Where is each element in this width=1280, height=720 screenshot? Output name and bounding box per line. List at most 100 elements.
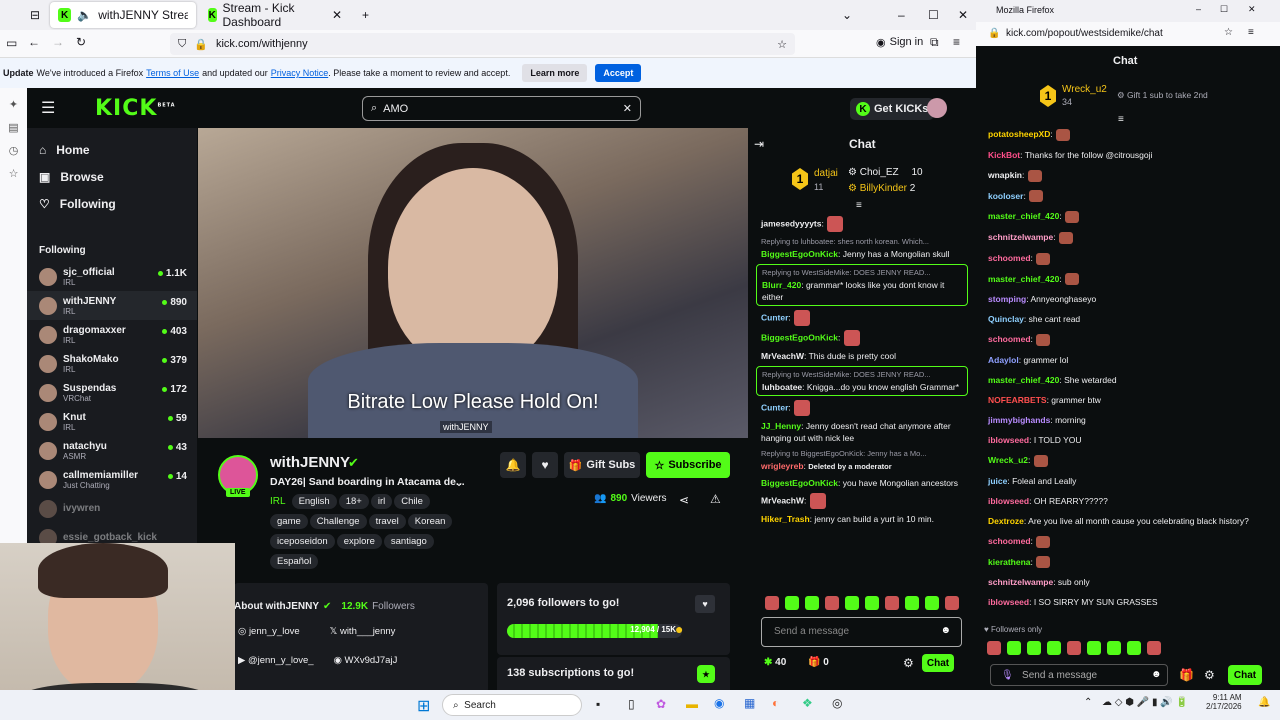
chat-username[interactable]: stomping xyxy=(988,294,1026,304)
emote-icon[interactable] xyxy=(925,596,939,610)
following-item[interactable]: ShakoMako IRL 379 xyxy=(27,349,197,378)
expand-leaderboard-icon[interactable]: ≡ xyxy=(856,200,862,211)
chat-username[interactable]: iblowseed xyxy=(988,435,1029,445)
chat-username[interactable]: Adaylol xyxy=(988,355,1019,365)
chat-message[interactable]: NOFEARBETS: grammer btw xyxy=(976,390,1272,410)
close-window-button[interactable]: ✕ xyxy=(1248,4,1256,15)
stream-tag[interactable]: Español xyxy=(270,554,319,569)
gift-icon[interactable]: 🎁 xyxy=(1179,668,1194,682)
notifications-icon[interactable]: 🔔 xyxy=(1258,697,1270,708)
emoji-icon[interactable]: ☻ xyxy=(940,625,951,636)
hamburger-icon[interactable]: ☰ xyxy=(41,98,55,118)
chat-username[interactable]: MrVeachW xyxy=(761,351,804,361)
extensions-icon[interactable]: ⧉ xyxy=(930,35,939,50)
x-link[interactable]: 𝕏 with___jenny xyxy=(330,626,396,637)
tray-chevron-icon[interactable]: ⌃ xyxy=(1084,697,1092,708)
emote-icon[interactable] xyxy=(1087,640,1101,655)
chat-username[interactable]: MrVeachW xyxy=(761,495,804,505)
chat-message[interactable]: master_chief_420: xyxy=(976,269,1272,290)
get-kicks-button[interactable]: K Get KICKs xyxy=(850,98,935,120)
chat-message[interactable]: jamesedyyyyts: xyxy=(748,214,976,234)
chat-username[interactable]: schoomed xyxy=(988,334,1031,344)
privacy-link[interactable]: Privacy Notice xyxy=(271,68,329,78)
chat-username[interactable]: kooloser xyxy=(988,191,1023,201)
following-item[interactable]: dragomaxxer IRL 403 xyxy=(27,320,197,349)
emote-icon[interactable] xyxy=(1127,640,1141,655)
stream-tag[interactable]: irl xyxy=(370,494,393,509)
stream-tag[interactable]: 18+ xyxy=(338,494,369,509)
gift-counter[interactable]: 🎁 0 xyxy=(808,657,829,668)
chat-message[interactable]: schnitzelwampe: sub only xyxy=(976,572,1272,592)
star-icon[interactable]: ☆ xyxy=(1224,27,1233,38)
report-icon[interactable]: ⚠ xyxy=(710,492,721,506)
emote-icon[interactable] xyxy=(845,596,859,610)
minimize-button[interactable]: – xyxy=(1196,4,1201,14)
chat-username[interactable]: master_chief_420 xyxy=(988,375,1059,385)
chat-message[interactable]: master_chief_420: She wetarded xyxy=(976,370,1272,390)
clock[interactable]: 9:11 AM 2/17/2026 xyxy=(1206,693,1242,711)
chat-username[interactable]: Cunter xyxy=(761,312,788,322)
stream-tag[interactable]: iceposeidon xyxy=(270,534,335,549)
chat-message[interactable]: Replying to luhboatee: shes north korean… xyxy=(748,234,976,262)
emote-icon[interactable] xyxy=(1147,640,1161,655)
following-item[interactable]: sjc_official IRL 1.1K xyxy=(27,262,197,291)
tray-icons[interactable]: ☁ ◇ ⬢ 🎤 ▮ 🔊 🔋 xyxy=(1102,697,1188,708)
bookmarks-icon[interactable]: ▤ xyxy=(0,121,27,134)
maximize-button[interactable]: ☐ xyxy=(1220,4,1228,15)
emote-bar[interactable] xyxy=(984,640,1164,655)
chat-username[interactable]: Blurr_420 xyxy=(762,280,801,290)
stream-tag[interactable]: santiago xyxy=(383,534,434,549)
firefox-icon[interactable]: ◐ xyxy=(772,696,779,710)
stream-tag[interactable]: Korean xyxy=(407,514,453,529)
top-gifter-name[interactable]: Wreck_u2 xyxy=(1062,84,1107,95)
chat-username[interactable]: BiggestEgoOnKick xyxy=(761,478,838,488)
instagram-link[interactable]: ◎ jenn_y_love xyxy=(238,626,300,637)
chat-message[interactable]: master_chief_420: xyxy=(976,206,1272,227)
chat-message[interactable]: KickBot: Thanks for the follow @citrousg… xyxy=(976,145,1272,165)
chat-username[interactable]: kierathena xyxy=(988,557,1031,567)
expand-title-icon[interactable]: ⌄ xyxy=(454,475,464,489)
kick-points[interactable]: ✱ 40 xyxy=(764,657,786,668)
close-tab-icon[interactable]: ✕ xyxy=(332,8,342,22)
chat-username[interactable]: master_chief_420 xyxy=(988,211,1059,221)
tab-list-icon[interactable]: ⊟ xyxy=(22,2,48,28)
emote-icon[interactable] xyxy=(805,596,819,610)
chat-message[interactable]: Replying to WestSideMike: DOES JENNY REA… xyxy=(756,366,968,396)
app2-icon[interactable]: ❖ xyxy=(802,696,813,710)
terms-link[interactable]: Terms of Use xyxy=(146,68,199,78)
nav-following[interactable]: ♡ Following xyxy=(27,190,197,217)
file-icon[interactable]: ▯ xyxy=(628,697,635,711)
chat-username[interactable]: luhboatee xyxy=(762,382,802,392)
youtube-link[interactable]: ▶ @jenn_y_love_ xyxy=(238,655,314,666)
chat-username[interactable]: Hiker_Trash xyxy=(761,514,810,524)
back-icon[interactable]: ← xyxy=(28,35,40,49)
chat-message[interactable]: schoomed: xyxy=(976,329,1272,350)
chat-username[interactable]: iblowseed xyxy=(988,597,1029,607)
category-link[interactable]: IRL xyxy=(270,496,286,507)
stream-tag[interactable]: travel xyxy=(368,514,406,529)
chat-message[interactable]: schoomed: xyxy=(976,531,1272,552)
chat-message[interactable]: schoomed: xyxy=(976,248,1272,269)
video-player[interactable]: Bitrate Low Please Hold On! withJENNY xyxy=(198,128,748,438)
emote-icon[interactable] xyxy=(945,596,959,610)
app-icon[interactable]: ▦ xyxy=(744,696,755,710)
url-bar[interactable]: ⛉ 🔒 kick.com/withjenny ☆ xyxy=(170,33,795,55)
chat-username[interactable]: schoomed xyxy=(988,253,1031,263)
chat-username[interactable]: Quinclay xyxy=(988,314,1024,324)
emote-icon[interactable] xyxy=(785,596,799,610)
chat-username[interactable]: wrigleyreb xyxy=(761,461,804,471)
stream-tag[interactable]: English xyxy=(291,494,337,509)
menu-icon[interactable]: ≡ xyxy=(1248,27,1254,38)
emote-icon[interactable] xyxy=(1107,640,1121,655)
chat-username[interactable]: wnapkin xyxy=(988,170,1022,180)
emote-icon[interactable] xyxy=(825,596,839,610)
gifter-2[interactable]: ⚙ Choi_EZ 10 xyxy=(848,167,923,178)
chat-message[interactable]: iblowseed: I SO SIRRY MY SUN GRASSES xyxy=(976,592,1272,612)
chat-message[interactable]: kooloser: xyxy=(976,186,1272,207)
chat-message[interactable]: schnitzelwampe: xyxy=(976,227,1272,248)
stream-tag[interactable]: game xyxy=(270,514,308,529)
copilot-icon[interactable]: ✿ xyxy=(656,697,666,711)
gift-sub-prompt[interactable]: ⚙ Gift 1 sub to take 2nd xyxy=(1117,90,1208,101)
chat-username[interactable]: iblowseed xyxy=(988,496,1029,506)
chat-username[interactable]: BiggestEgoOnKick xyxy=(761,332,838,342)
